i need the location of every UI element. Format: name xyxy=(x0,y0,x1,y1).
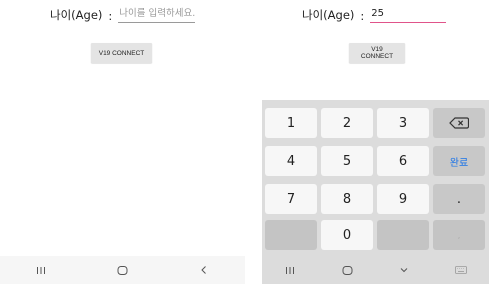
recent-apps-button[interactable] xyxy=(26,260,56,280)
recent-apps-button[interactable] xyxy=(275,260,305,280)
keyboard-hide-icon xyxy=(400,268,408,273)
navigation-bar xyxy=(262,256,489,284)
numeric-keyboard: 1 2 3 4 5 6 완료 7 8 9 . 0 , xyxy=(262,100,489,256)
backspace-key[interactable] xyxy=(433,108,485,138)
key-2[interactable]: 2 xyxy=(321,108,373,138)
key-8[interactable]: 8 xyxy=(321,184,373,214)
age-input[interactable] xyxy=(118,6,196,23)
home-icon xyxy=(117,265,128,275)
comma-key[interactable]: , xyxy=(433,220,485,250)
age-row: 나이(Age) : xyxy=(50,5,196,23)
key-1[interactable]: 1 xyxy=(265,108,317,138)
dot-key[interactable]: . xyxy=(433,184,485,214)
age-input[interactable] xyxy=(370,6,447,23)
age-label: 나이(Age) xyxy=(50,8,103,22)
blank-key xyxy=(377,220,429,250)
home-button[interactable] xyxy=(332,260,362,280)
back-button[interactable] xyxy=(189,260,219,280)
key-3[interactable]: 3 xyxy=(377,108,429,138)
recent-apps-icon xyxy=(36,266,45,274)
age-colon: : xyxy=(360,9,365,23)
connect-button[interactable]: V19 CONNECT xyxy=(349,43,405,63)
age-colon: : xyxy=(108,9,113,23)
back-icon xyxy=(201,266,206,274)
keyboard-hide-button[interactable] xyxy=(389,260,419,280)
recent-apps-icon xyxy=(286,266,295,274)
home-button[interactable] xyxy=(107,260,137,280)
right-screen: 나이(Age) : V19 CONNECT 1 2 3 4 5 6 완료 7 8… xyxy=(262,0,489,284)
key-7[interactable]: 7 xyxy=(265,184,317,214)
keyboard-switch-icon xyxy=(454,266,467,274)
home-icon xyxy=(342,265,353,275)
blank-key xyxy=(265,220,317,250)
left-screen: 나이(Age) : V19 CONNECT xyxy=(0,0,245,284)
connect-button[interactable]: V19 CONNECT xyxy=(91,43,152,63)
key-4[interactable]: 4 xyxy=(265,146,317,176)
key-5[interactable]: 5 xyxy=(321,146,373,176)
keyboard-switch-button[interactable] xyxy=(446,260,476,280)
age-row: 나이(Age) : xyxy=(302,5,447,23)
key-9[interactable]: 9 xyxy=(377,184,429,214)
navigation-bar xyxy=(0,256,245,284)
backspace-icon xyxy=(449,117,469,129)
key-0[interactable]: 0 xyxy=(321,220,373,250)
key-6[interactable]: 6 xyxy=(377,146,429,176)
done-key[interactable]: 완료 xyxy=(433,146,485,176)
age-label: 나이(Age) xyxy=(302,8,355,22)
